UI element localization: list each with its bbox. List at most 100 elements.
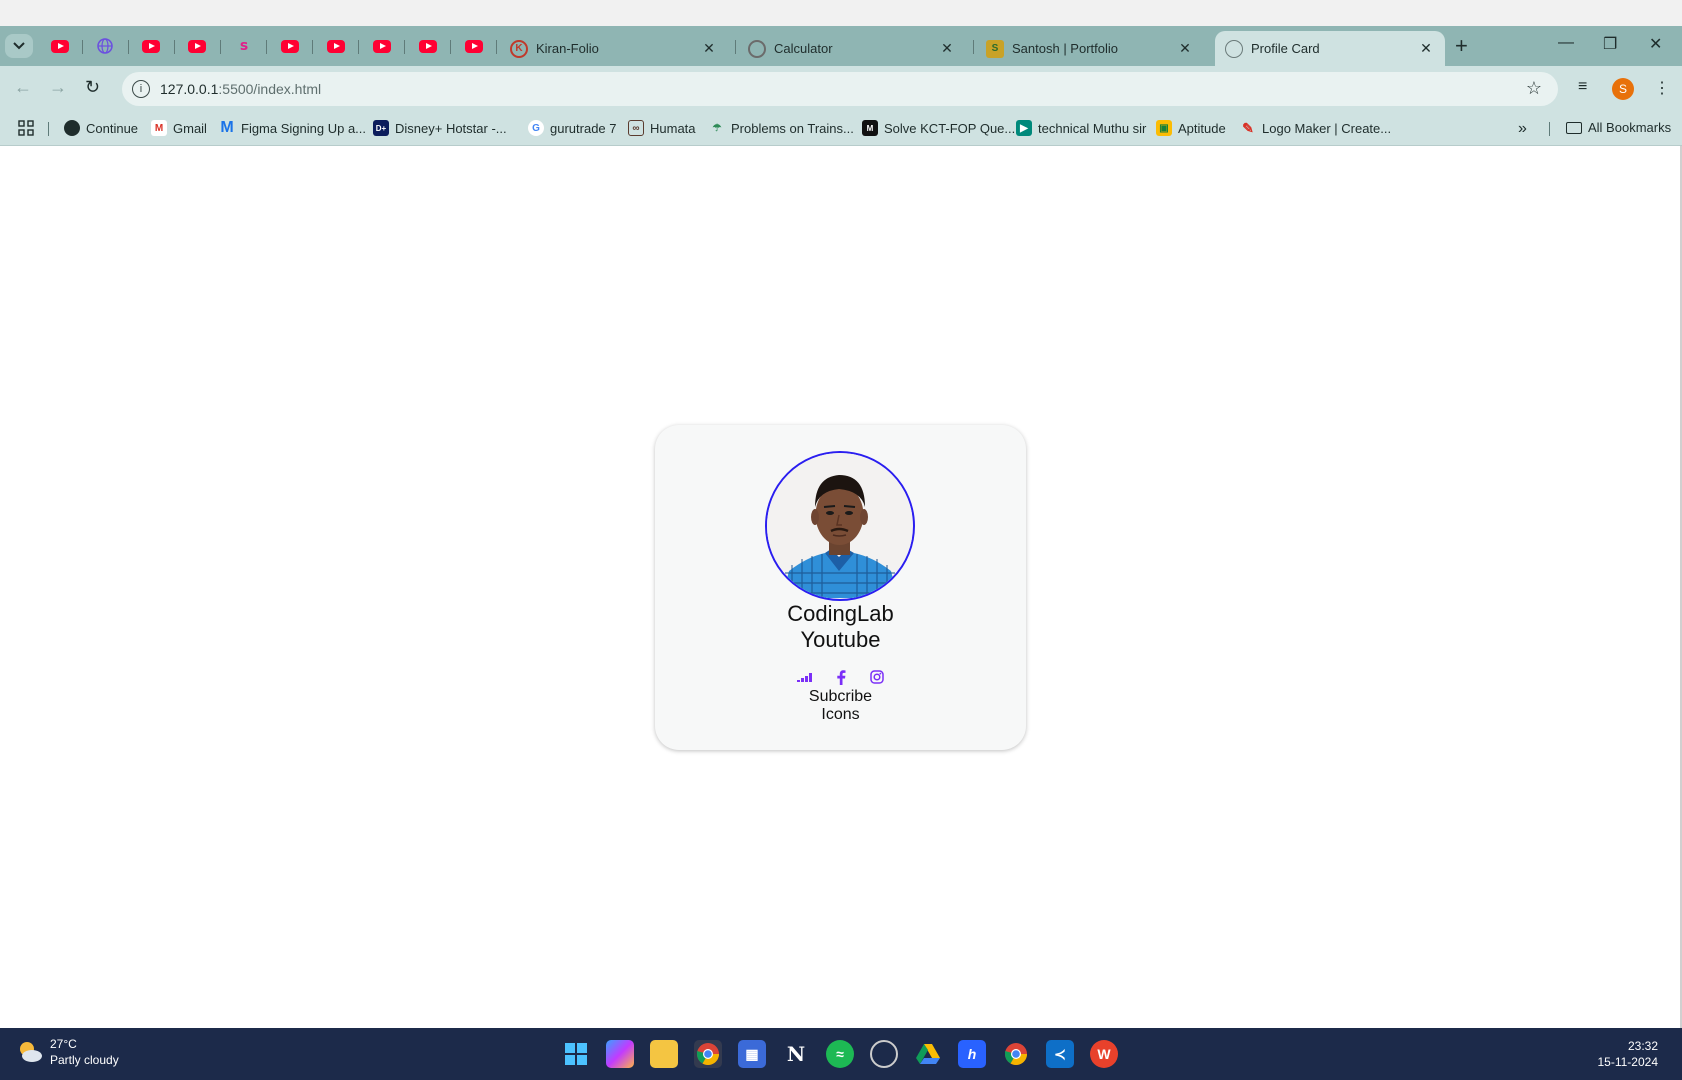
tab-santosh-portfolio[interactable]: S Santosh | Portfolio ✕ bbox=[976, 31, 1204, 66]
bookmark-continue[interactable]: Continue bbox=[64, 120, 138, 136]
chrome-icon[interactable] bbox=[1002, 1040, 1030, 1068]
meet-icon: ▶ bbox=[1016, 120, 1032, 136]
youtube-icon bbox=[373, 39, 391, 53]
globe-icon bbox=[97, 38, 113, 54]
new-tab-button[interactable]: + bbox=[1455, 33, 1468, 59]
pinned-tab-s[interactable]: s bbox=[234, 36, 254, 56]
bookmark-logo-maker[interactable]: ✎ Logo Maker | Create... bbox=[1240, 120, 1391, 136]
bookmark-separator bbox=[48, 122, 49, 136]
profile-name-line1: CodingLab bbox=[787, 601, 894, 626]
facebook-icon[interactable] bbox=[833, 669, 849, 685]
bookmark-label: Disney+ Hotstar -... bbox=[395, 120, 507, 136]
notion-icon[interactable]: N bbox=[782, 1040, 810, 1068]
system-clock[interactable]: 23:32 15-11-2024 bbox=[1598, 1038, 1659, 1070]
bookmark-gmail[interactable]: M Gmail bbox=[151, 120, 207, 136]
copilot-icon[interactable] bbox=[606, 1040, 634, 1068]
deezer-icon[interactable] bbox=[796, 669, 813, 685]
apps-grid-icon[interactable] bbox=[18, 120, 34, 136]
partly-cloudy-icon bbox=[16, 1038, 44, 1066]
pinned-tab-youtube-6[interactable] bbox=[372, 36, 392, 56]
youtube-icon bbox=[188, 39, 206, 53]
bookmark-gurutrade[interactable]: Ggurutrade 7 bbox=[528, 120, 617, 136]
bookmark-trains[interactable]: ☂ Problems on Trains... bbox=[709, 120, 854, 136]
all-bookmarks-folder[interactable]: All Bookmarks bbox=[1566, 120, 1671, 135]
pinned-tab-youtube-1[interactable] bbox=[50, 36, 70, 56]
profile-avatar[interactable]: S bbox=[1612, 78, 1634, 100]
tab-search-button[interactable] bbox=[5, 34, 33, 58]
hashnode-icon[interactable]: h bbox=[958, 1040, 986, 1068]
vscode-icon[interactable]: ≺ bbox=[1046, 1040, 1074, 1068]
profile-photo-illustration bbox=[767, 453, 912, 598]
store-icon[interactable]: ▦ bbox=[738, 1040, 766, 1068]
google-drive-icon[interactable] bbox=[914, 1040, 942, 1068]
back-button[interactable]: ← bbox=[14, 77, 32, 98]
profile-subtitle: Subcribe Icons bbox=[655, 688, 1026, 724]
bookmark-label: Logo Maker | Create... bbox=[1262, 120, 1392, 136]
close-icon[interactable]: ✕ bbox=[938, 40, 956, 57]
file-explorer-icon[interactable] bbox=[650, 1040, 678, 1068]
tab-separator bbox=[404, 40, 405, 54]
bookmark-figma[interactable]: M Figma Signing Up a... bbox=[219, 119, 367, 136]
gmail-icon: M bbox=[151, 120, 167, 136]
pinned-tab-youtube-3[interactable] bbox=[187, 36, 207, 56]
weather-condition: Partly cloudy bbox=[50, 1053, 119, 1067]
tab-title: Santosh | Portfolio bbox=[1012, 41, 1118, 56]
bookmark-star-icon[interactable]: ☆ bbox=[1526, 78, 1542, 99]
tab-title: Calculator bbox=[774, 41, 833, 56]
tab-bar: s K Kiran-Folio ✕ Calculator ✕ S Santosh… bbox=[0, 26, 1682, 66]
bookmark-separator bbox=[1549, 122, 1550, 136]
close-icon[interactable]: ✕ bbox=[1417, 40, 1435, 57]
bookmark-humata[interactable]: ∞ Humata bbox=[628, 120, 696, 136]
portfolio-icon: S bbox=[986, 39, 1004, 58]
bookmark-label: technical Muthu sir bbox=[1038, 120, 1147, 136]
more-bookmarks-chevron-icon[interactable]: » bbox=[1518, 120, 1527, 138]
reload-button[interactable]: ↻ bbox=[85, 77, 100, 98]
pinned-tab-youtube-2[interactable] bbox=[141, 36, 161, 56]
minimize-button[interactable]: — bbox=[1558, 34, 1574, 52]
pinned-tab-youtube-4[interactable] bbox=[280, 36, 300, 56]
tab-separator bbox=[128, 40, 129, 54]
bookmark-kct[interactable]: M Solve KCT-FOP Que... bbox=[862, 120, 1015, 136]
close-icon[interactable]: ✕ bbox=[700, 40, 718, 57]
weather-widget[interactable]: 27°C Partly cloudy bbox=[16, 1036, 119, 1068]
bookmark-aptitude[interactable]: ▣ Aptitude bbox=[1156, 120, 1226, 136]
tab-kiran-folio[interactable]: K Kiran-Folio ✕ bbox=[500, 31, 728, 66]
clock-date: 15-11-2024 bbox=[1597, 1055, 1659, 1069]
all-bookmarks-label: All Bookmarks bbox=[1588, 120, 1672, 135]
close-icon[interactable]: ✕ bbox=[1176, 40, 1194, 57]
site-info-icon[interactable]: i bbox=[132, 80, 150, 98]
bookmark-hotstar[interactable]: D+ Disney+ Hotstar -... bbox=[373, 120, 507, 136]
pinned-tab-globe[interactable] bbox=[95, 36, 115, 56]
pinned-tab-youtube-5[interactable] bbox=[326, 36, 346, 56]
obs-icon[interactable] bbox=[870, 1040, 898, 1068]
window-top-strip bbox=[0, 0, 1682, 26]
pinned-tab-youtube-7[interactable] bbox=[418, 36, 438, 56]
continue-icon bbox=[64, 120, 80, 136]
kct-icon: M bbox=[862, 120, 878, 136]
wps-icon[interactable]: W bbox=[1090, 1040, 1118, 1068]
forward-button[interactable]: → bbox=[49, 77, 67, 98]
tab-separator bbox=[312, 40, 313, 54]
address-bar[interactable]: i 127.0.0.1:5500/index.html ☆ bbox=[122, 72, 1558, 106]
tab-separator bbox=[82, 40, 83, 54]
bookmark-label: Gmail bbox=[173, 120, 207, 136]
clock-time: 23:32 bbox=[1627, 1039, 1658, 1053]
instagram-icon[interactable] bbox=[869, 669, 885, 685]
tab-separator bbox=[735, 40, 736, 54]
tab-profile-card[interactable]: Profile Card ✕ bbox=[1215, 31, 1445, 66]
s-icon: s bbox=[239, 38, 249, 54]
url-host: 127.0.0.1 bbox=[160, 81, 219, 97]
bookmark-label: Solve KCT-FOP Que... bbox=[884, 120, 1016, 136]
spotify-icon[interactable]: ≈ bbox=[826, 1040, 854, 1068]
media-control-icon[interactable]: ≡ bbox=[1578, 78, 1587, 96]
windows-start-icon[interactable] bbox=[562, 1040, 590, 1068]
tab-calculator[interactable]: Calculator ✕ bbox=[738, 31, 966, 66]
close-window-button[interactable]: ✕ bbox=[1649, 34, 1662, 54]
restore-button[interactable]: ❐ bbox=[1603, 34, 1617, 54]
chrome-icon[interactable] bbox=[694, 1040, 722, 1068]
pinned-tab-youtube-8[interactable] bbox=[464, 36, 484, 56]
chevron-down-icon bbox=[13, 42, 25, 50]
menu-kebab-icon[interactable]: ⋮ bbox=[1654, 78, 1670, 98]
bookmark-technical-muthu[interactable]: ▶ technical Muthu sir bbox=[1016, 120, 1146, 136]
bookmark-label: Figma Signing Up a... bbox=[241, 120, 367, 136]
